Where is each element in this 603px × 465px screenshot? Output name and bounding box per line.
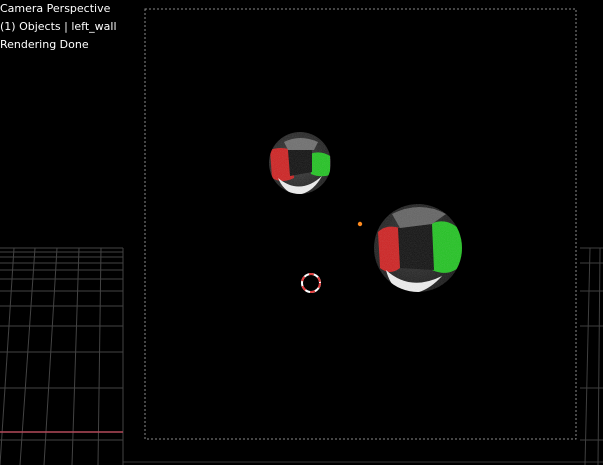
- 3d-viewport[interactable]: [0, 0, 603, 465]
- 3d-cursor-icon[interactable]: [301, 273, 321, 293]
- floor-grid-right: [580, 247, 603, 465]
- active-object-label: (1) Objects | left_wall: [0, 20, 117, 33]
- large-reflective-sphere[interactable]: [374, 204, 462, 294]
- object-origin-icon[interactable]: [357, 221, 363, 227]
- render-status-label: Rendering Done: [0, 38, 89, 51]
- view-name-label: Camera Perspective: [0, 2, 111, 15]
- small-reflective-sphere[interactable]: [269, 132, 331, 195]
